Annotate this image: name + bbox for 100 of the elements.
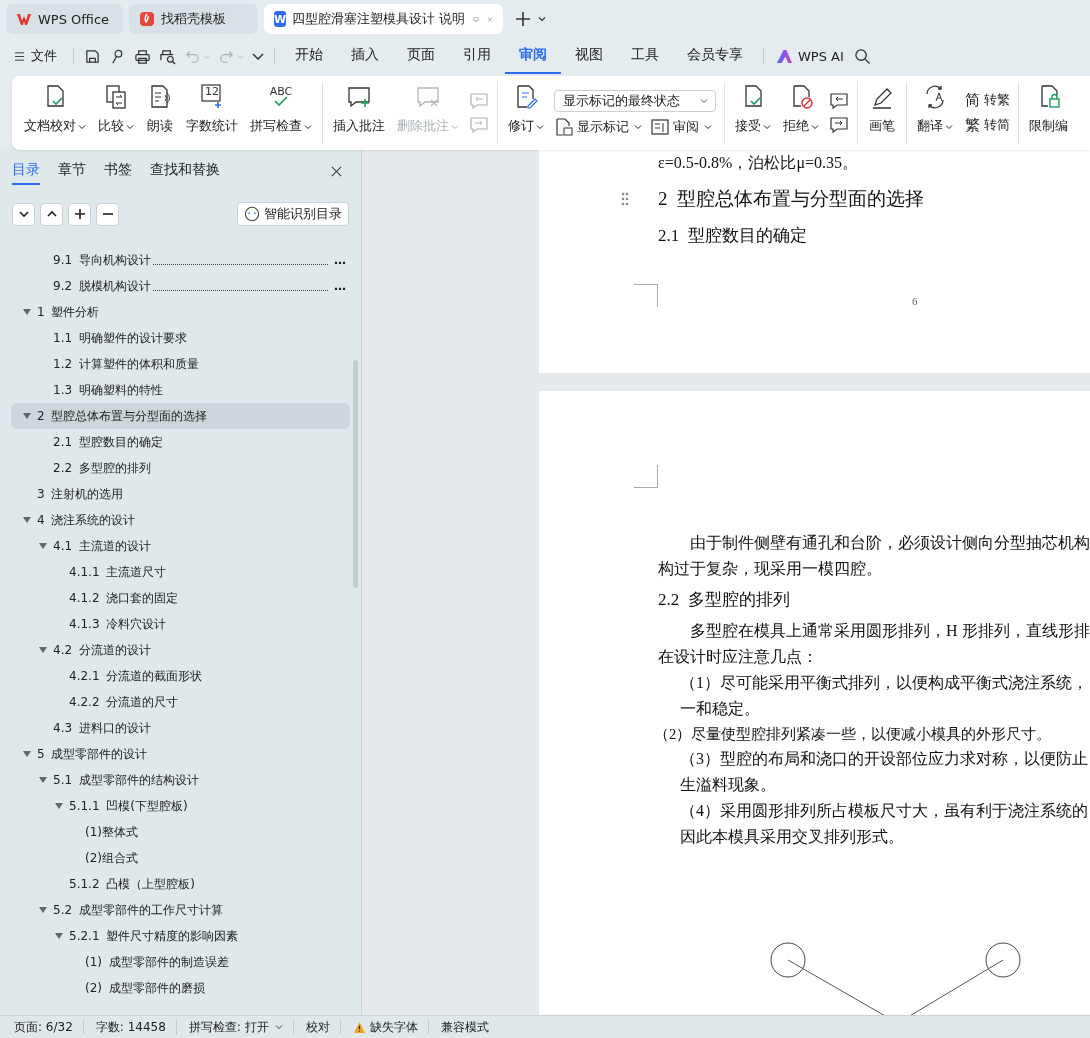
outline-label: 5.2 成型零部件的工作尺寸计算 xyxy=(53,901,223,919)
scrollbar[interactable] xyxy=(353,360,358,588)
outline-item[interactable]: 4.1.3 冷料穴设计 xyxy=(11,611,350,637)
ribbon-tab[interactable]: 视图 xyxy=(561,38,617,74)
print-preview-icon xyxy=(159,47,176,65)
outline-item[interactable]: 9.1 导向机构设计 … xyxy=(11,247,350,273)
document-tab[interactable]: 找稻壳模板 xyxy=(129,4,258,34)
outline-item[interactable]: 5.2 成型零部件的工作尺寸计算 xyxy=(11,897,350,923)
outline-label: 1 塑件分析 xyxy=(37,303,100,321)
ribbon-button[interactable]: 12 字数统计 xyxy=(182,76,242,150)
panel-tab[interactable]: 目录 xyxy=(12,157,40,185)
delete-comment-icon xyxy=(414,84,442,110)
ribbon-tab[interactable]: 引用 xyxy=(449,38,505,74)
outline-label: 4.3 进料口的设计 xyxy=(53,719,151,737)
outline-item[interactable]: (1)整体式 xyxy=(11,819,350,845)
outline-item[interactable]: 4 浇注系统的设计 xyxy=(11,507,350,533)
ribbon-button[interactable]: 画笔 xyxy=(864,76,900,150)
subheading: 2.1 型腔数目的确定 xyxy=(658,225,808,247)
caret-icon[interactable] xyxy=(537,14,547,24)
ribbon-tab[interactable]: 审阅 xyxy=(505,38,561,74)
outline-item[interactable]: 5.2.1 塑件尺寸精度的影响因素 xyxy=(11,923,350,949)
ribbon-tab[interactable]: 会员专享 xyxy=(673,38,757,74)
ai-logo-icon xyxy=(776,48,793,64)
save-icon xyxy=(84,47,101,65)
expand-button[interactable] xyxy=(40,202,63,226)
outline-item[interactable]: (1) 成型零部件的制造误差 xyxy=(11,949,350,975)
collapse-button[interactable] xyxy=(12,202,35,226)
body-text-line: 构过于复杂，现采用一模四腔。 xyxy=(658,559,883,579)
ribbon-small-button[interactable]: 审阅 xyxy=(650,118,712,136)
status-item[interactable]: 缺失字体 xyxy=(352,1018,428,1036)
smart-toc-button[interactable]: 智能识别目录 xyxy=(237,202,349,226)
ribbon-button[interactable]: 插入批注 xyxy=(329,76,389,150)
outline-item[interactable]: 1.3 明确塑料的特性 xyxy=(11,377,350,403)
status-item[interactable]: 兼容模式 xyxy=(440,1018,499,1036)
ribbon-small-button[interactable]: 显示标记 xyxy=(554,118,642,136)
remove-button[interactable] xyxy=(96,202,119,226)
outline-item[interactable]: 5.1.2 凸模（上型腔板) xyxy=(11,871,350,897)
outline-item[interactable]: 2.2 多型腔的排列 xyxy=(11,455,350,481)
document-tab[interactable]: WPS Office xyxy=(6,4,123,34)
menu-icon xyxy=(14,50,25,62)
ribbon-button[interactable]: 限制编 xyxy=(1025,76,1072,150)
add-button[interactable] xyxy=(68,202,91,226)
ribbon-button[interactable]: 文档校对 xyxy=(20,76,90,150)
ribbon-button[interactable]: 翻译 xyxy=(913,76,957,150)
body-text-line: （4）采用圆形排列所占模板尺寸大，虽有利于浇注系统的 xyxy=(679,801,1089,821)
ribbon-tab[interactable]: 插入 xyxy=(337,38,393,74)
outline-item[interactable]: 4.2 分流道的设计 xyxy=(11,637,350,663)
outline-item[interactable]: (2) 成型零部件的磨损 xyxy=(11,975,350,1001)
outline-item[interactable]: 1.1 明确塑件的设计要求 xyxy=(11,325,350,351)
ribbon-small-button[interactable]: 繁 转简 xyxy=(963,116,1010,135)
close-icon[interactable] xyxy=(330,164,343,178)
ribbon-button[interactable]: ABC 拼写检查 xyxy=(246,76,316,150)
outline-label: 4 浇注系统的设计 xyxy=(37,511,136,529)
outline-item[interactable]: 5.1 成型零部件的结构设计 xyxy=(11,767,350,793)
ribbon-tab[interactable]: 工具 xyxy=(617,38,673,74)
outline-item[interactable]: 1 塑件分析 xyxy=(11,299,350,325)
outline-label: (2) 成型零部件的磨损 xyxy=(85,979,205,997)
outline-item[interactable]: 4.1.1 主流道尺寸 xyxy=(11,559,350,585)
outline-item[interactable]: 4.2.2 分流道的尺寸 xyxy=(11,689,350,715)
ribbon-button[interactable]: 接受 xyxy=(731,76,775,150)
outline-item[interactable]: 2 型腔总体布置与分型面的选择 xyxy=(11,403,350,429)
tab-label: 找稻壳模板 xyxy=(161,10,226,28)
ribbon-tab[interactable]: 页面 xyxy=(393,38,449,74)
panel-tab[interactable]: 查找和替换 xyxy=(150,157,220,185)
outline-item[interactable]: 3 注射机的选用 xyxy=(11,481,350,507)
drag-handle-icon[interactable] xyxy=(621,192,629,206)
previous-comment-icon xyxy=(829,92,849,110)
outline-item[interactable]: 1.2 计算塑件的体积和质量 xyxy=(11,351,350,377)
ribbon-button[interactable]: 朗读 xyxy=(142,76,178,150)
outline-label: 1.3 明确塑料的特性 xyxy=(53,381,163,399)
search-icon[interactable] xyxy=(853,47,871,65)
ribbon-button[interactable]: 修订 xyxy=(504,76,548,150)
outline-item[interactable]: 4.2.1 分流道的截面形状 xyxy=(11,663,350,689)
outline-item[interactable]: 9.2 脱模机构设计 … xyxy=(11,273,350,299)
panel-tab[interactable]: 书签 xyxy=(104,157,132,185)
panel-tab[interactable]: 章节 xyxy=(58,157,86,185)
outline-item[interactable]: 5 成型零部件的设计 xyxy=(11,741,350,767)
body-text-line: 在设计时应注意几点： xyxy=(658,647,819,667)
ribbon-tab[interactable]: 开始 xyxy=(281,38,337,74)
outline-item[interactable]: 4.1 主流道的设计 xyxy=(11,533,350,559)
ribbon-button[interactable]: 拒绝 xyxy=(779,76,823,150)
outline-item[interactable]: 2.1 型腔数目的确定 xyxy=(11,429,350,455)
outline-item[interactable]: 4.3 进料口的设计 xyxy=(11,715,350,741)
outline-item[interactable]: 5.1.1 凹模(下型腔板) xyxy=(11,793,350,819)
new-tab-icon[interactable] xyxy=(515,11,531,27)
margin-corner-mark xyxy=(634,465,658,488)
outline-label: 4.2 分流道的设计 xyxy=(53,641,151,659)
markup-dropdown[interactable]: 显示标记的最终状态 xyxy=(554,90,716,112)
ribbon-button[interactable]: 比较 xyxy=(94,76,138,150)
file-menu-button[interactable]: 文件 xyxy=(14,47,67,65)
status-item[interactable]: 校对 xyxy=(305,1018,340,1036)
comment-nav-button[interactable] xyxy=(829,116,849,134)
wps-ai-button[interactable]: WPS AI xyxy=(770,48,852,64)
outline-item[interactable]: 4.1.2 浇口套的固定 xyxy=(11,585,350,611)
status-item[interactable]: 拼写检查: 打开 xyxy=(188,1018,293,1036)
comment-nav-button[interactable] xyxy=(829,92,849,110)
ribbon-small-button[interactable]: 简 转繁 xyxy=(963,91,1010,110)
outline-item[interactable]: (2)组合式 xyxy=(11,845,350,871)
status-item[interactable]: 页面: 6/32 xyxy=(14,1018,83,1036)
status-item[interactable]: 字数: 14458 xyxy=(95,1018,176,1036)
